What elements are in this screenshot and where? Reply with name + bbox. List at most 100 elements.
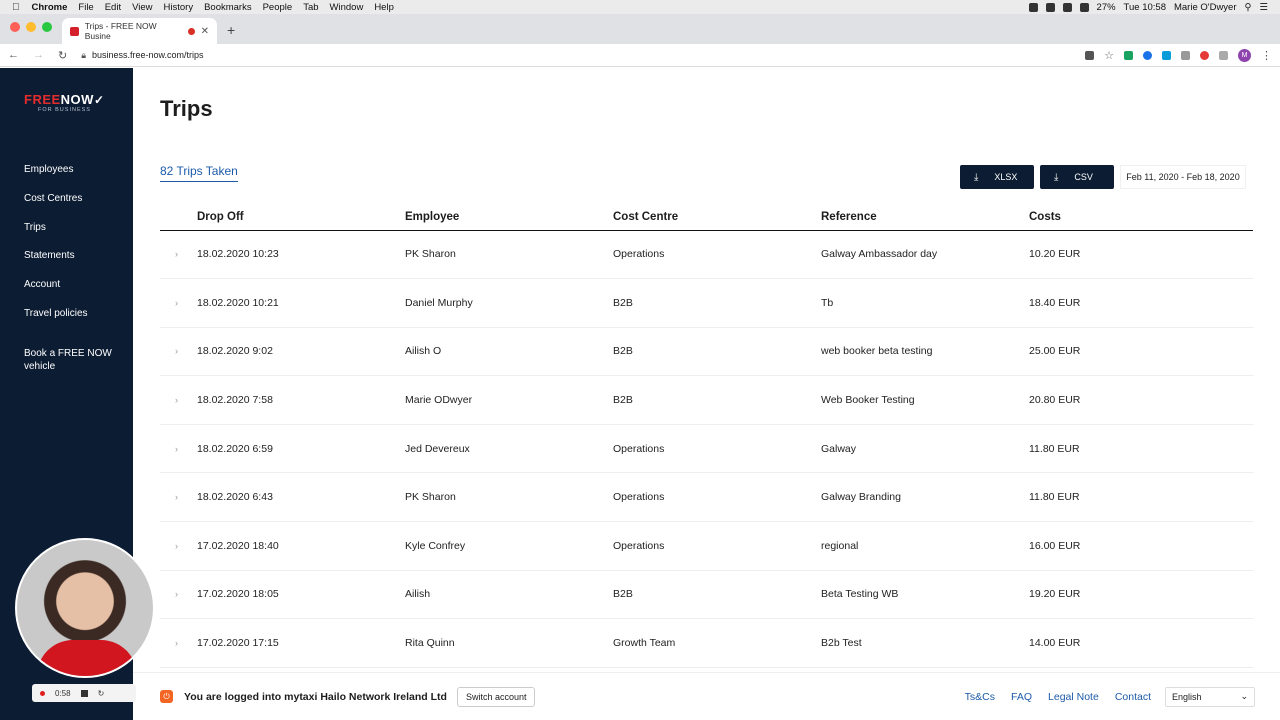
sidebar-book-vehicle[interactable]: Book a FREE NOW vehicle: [24, 348, 124, 373]
expand-row-chevron-icon[interactable]: ›: [160, 375, 197, 425]
language-select[interactable]: English ⌄: [1165, 686, 1255, 707]
expand-column-header: [160, 204, 197, 231]
sidebar-item-statements[interactable]: Statements: [24, 250, 88, 279]
expand-row-chevron-icon[interactable]: ›: [160, 521, 197, 571]
table-row[interactable]: › 18.02.2020 7:58 Marie ODwyer B2B Web Booke…: [160, 375, 1253, 425]
table-row[interactable]: › 18.02.2020 6:43 PK Sharon Operations Galwa…: [160, 472, 1253, 523]
extension-icon[interactable]: [1219, 50, 1228, 60]
clock[interactable]: Tue 10:58: [1124, 2, 1166, 13]
reload-icon[interactable]: ↻: [58, 49, 67, 62]
extension-icon[interactable]: [1124, 50, 1133, 60]
menu-history[interactable]: History: [164, 2, 194, 13]
menu-edit[interactable]: Edit: [105, 2, 121, 13]
menu-bookmarks[interactable]: Bookmarks: [204, 2, 252, 13]
cell-employee: PK Sharon: [405, 472, 613, 523]
table-header-row: Drop Off Employee Cost Centre Reference …: [160, 204, 1253, 231]
chrome-menu-icon[interactable]: ⋮: [1261, 49, 1272, 62]
menu-app[interactable]: Chrome: [32, 2, 68, 13]
cell-reference: Galway Branding: [821, 472, 1029, 523]
sidebar-item-travel-policies[interactable]: Travel policies: [24, 308, 88, 337]
sidebar-nav: Employees Cost Centres Trips Statements …: [24, 164, 88, 337]
bookmark-star-icon[interactable]: ☆: [1104, 49, 1114, 62]
table-row[interactable]: › 17.02.2020 18:05 Ailish B2B Beta Testing W…: [160, 570, 1253, 620]
column-header-cost-centre[interactable]: Cost Centre: [613, 204, 821, 231]
mic-icon[interactable]: [1028, 2, 1038, 12]
column-header-employee[interactable]: Employee: [405, 204, 613, 231]
free-now-logo[interactable]: FREENOW✓ FOR BUSINESS: [24, 92, 114, 113]
restart-recording-icon[interactable]: ↻: [98, 689, 105, 698]
column-header-costs[interactable]: Costs: [1029, 204, 1253, 231]
table-row[interactable]: › 18.02.2020 10:21 Daniel Murphy B2B Tb 18.40…: [160, 278, 1253, 328]
trips-count-link[interactable]: 82 Trips Taken: [160, 164, 238, 182]
legal-note-link[interactable]: Legal Note: [1048, 691, 1099, 703]
table-row[interactable]: › 17.02.2020 18:40 Kyle Confrey Operations r…: [160, 521, 1253, 571]
table-row[interactable]: › 18.02.2020 9:02 Ailish O B2B web booker be…: [160, 327, 1253, 377]
column-header-reference[interactable]: Reference: [821, 204, 1029, 231]
list-menu-icon[interactable]: ☰: [1259, 2, 1268, 13]
extension-icon[interactable]: [1143, 50, 1152, 60]
battery-percent[interactable]: 27%: [1097, 2, 1116, 13]
chevron-down-icon: ⌄: [1240, 691, 1248, 701]
download-csv-button[interactable]: ⤓ CSV: [1040, 165, 1114, 189]
expand-row-chevron-icon[interactable]: ›: [160, 327, 197, 377]
expand-row-chevron-icon[interactable]: ›: [160, 424, 197, 474]
close-tab-icon[interactable]: ✕: [201, 26, 209, 37]
table-row[interactable]: › 18.02.2020 6:59 Jed Devereux Operations Ga…: [160, 424, 1253, 474]
profile-avatar[interactable]: M: [1238, 48, 1251, 62]
menu-window[interactable]: Window: [330, 2, 364, 13]
switch-account-button[interactable]: Switch account: [456, 686, 536, 707]
cell-cost-centre: Growth Team: [613, 618, 821, 668]
minimize-window-icon[interactable]: [26, 22, 36, 32]
menu-tab[interactable]: Tab: [303, 2, 318, 13]
apple-icon[interactable]: : [12, 2, 20, 13]
record-extension-icon[interactable]: [1200, 50, 1209, 60]
download-xlsx-button[interactable]: ⤓ XLSX: [960, 165, 1034, 189]
column-header-drop-off[interactable]: Drop Off: [197, 204, 405, 231]
sidebar-item-employees[interactable]: Employees: [24, 164, 88, 193]
forward-icon[interactable]: →: [33, 49, 44, 61]
menu-people[interactable]: People: [263, 2, 293, 13]
cell-cost-centre: Operations: [613, 472, 821, 523]
expand-row-chevron-icon[interactable]: ›: [160, 278, 197, 328]
url-field[interactable]: business.free-now.com/trips: [92, 50, 204, 60]
menu-file[interactable]: File: [78, 2, 93, 13]
cell-costs: 20.80 EUR: [1029, 375, 1253, 425]
window-controls: [10, 22, 52, 32]
download-icon: ⤓: [1054, 171, 1059, 183]
browser-tab[interactable]: Trips - FREE NOW Busine ✕: [62, 18, 217, 44]
menu-help[interactable]: Help: [374, 2, 394, 13]
maximize-window-icon[interactable]: [42, 22, 52, 32]
date-range-picker[interactable]: Feb 11, 2020 - Feb 18, 2020: [1120, 165, 1246, 189]
expand-row-chevron-icon[interactable]: ›: [160, 472, 197, 523]
new-tab-button[interactable]: +: [227, 22, 235, 38]
wifi-icon[interactable]: [1079, 2, 1089, 12]
extension-icon[interactable]: [1181, 50, 1190, 60]
expand-row-chevron-icon[interactable]: ›: [160, 618, 197, 668]
table-row[interactable]: › 18.02.2020 10:23 PK Sharon Operations Galw…: [160, 230, 1253, 280]
stop-recording-icon[interactable]: [80, 689, 88, 697]
menu-view[interactable]: View: [132, 2, 152, 13]
dropbox-icon[interactable]: [1045, 2, 1055, 12]
sidebar-item-cost-centres[interactable]: Cost Centres: [24, 193, 88, 222]
cell-cost-centre: B2B: [613, 327, 821, 377]
cell-drop-off: 17.02.2020 17:15: [197, 618, 405, 668]
cell-employee: Ailish O: [405, 327, 613, 377]
spotlight-search-icon[interactable]: ⚲: [1245, 2, 1252, 13]
sidebar-item-account[interactable]: Account: [24, 279, 88, 308]
bluetooth-icon[interactable]: [1062, 2, 1072, 12]
back-icon[interactable]: ←: [8, 49, 19, 61]
contact-link[interactable]: Contact: [1115, 691, 1151, 703]
extension-icon[interactable]: [1162, 50, 1171, 60]
expand-row-chevron-icon[interactable]: ›: [160, 570, 197, 620]
expand-row-chevron-icon[interactable]: ›: [160, 230, 197, 280]
faq-link[interactable]: FAQ: [1011, 691, 1032, 703]
table-row[interactable]: › 17.02.2020 17:15 Rita Quinn Growth Team B2…: [160, 618, 1253, 668]
camera-icon[interactable]: [1085, 50, 1095, 60]
close-window-icon[interactable]: [10, 22, 20, 32]
recording-indicator-icon: [187, 27, 195, 35]
cell-costs: 14.00 EUR: [1029, 618, 1253, 668]
terms-link[interactable]: Ts&Cs: [965, 691, 995, 703]
download-icon: ⤓: [974, 171, 979, 183]
os-user-name[interactable]: Marie O'Dwyer: [1174, 2, 1237, 13]
sidebar-item-trips[interactable]: Trips: [24, 222, 88, 251]
